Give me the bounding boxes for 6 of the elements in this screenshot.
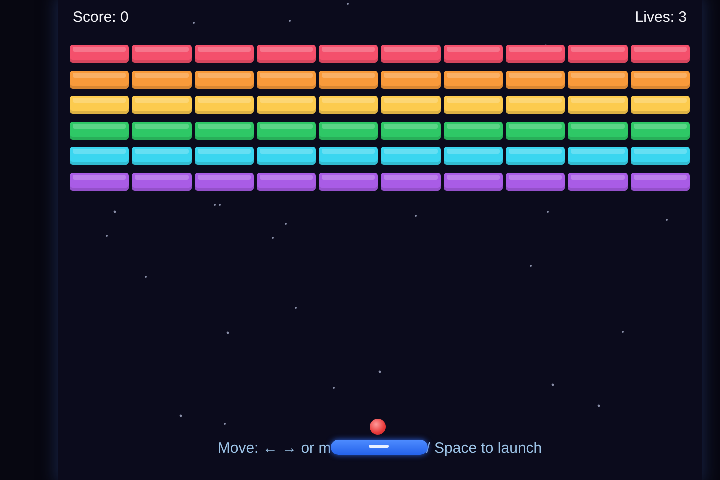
paddle[interactable] [331, 440, 428, 455]
controls-hint: / Space to launch [426, 440, 542, 458]
ball [370, 419, 386, 435]
score-label: Score: 0 [73, 9, 129, 27]
controls-hint: Move: ← → or m [218, 440, 332, 458]
lives-label: Lives: 3 [635, 9, 687, 27]
